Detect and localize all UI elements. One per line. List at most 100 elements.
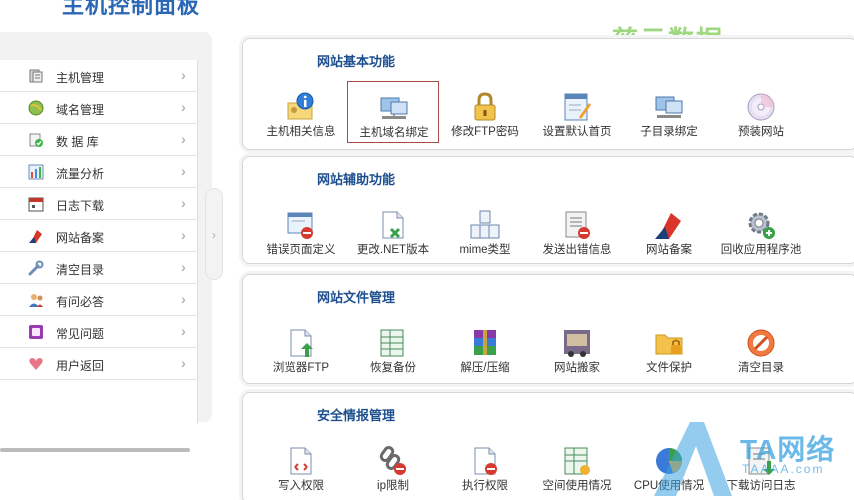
panel-file-management: 网站文件管理 浏览器FTP 恢复备份 解压/压缩 网站搬家 文件保护 清空目录 bbox=[242, 274, 854, 384]
panel-basic-functions: 网站基本功能 主机相关信息 主机域名绑定 修改FTP密码 设置默认首页 子目录绑… bbox=[242, 38, 854, 150]
tool-label: 预装网站 bbox=[738, 126, 784, 138]
network-icon bbox=[380, 97, 408, 119]
sidebar-item-database[interactable]: 数 据 库 › bbox=[0, 124, 198, 156]
link-block-icon bbox=[379, 446, 406, 475]
flag-icon bbox=[655, 213, 681, 239]
question-icon bbox=[29, 325, 43, 339]
sidebar-item-traffic-analysis[interactable]: 流量分析 › bbox=[0, 156, 198, 188]
tool-label: ip限制 bbox=[377, 480, 409, 492]
tool-label: 空间使用情况 bbox=[542, 480, 612, 492]
files-icon bbox=[470, 210, 500, 239]
tool-label: mime类型 bbox=[459, 244, 511, 256]
sidebar-item-label: 清空目录 bbox=[56, 263, 105, 277]
tool-change-ftp-password[interactable]: 修改FTP密码 bbox=[439, 81, 531, 143]
tool-website-filing[interactable]: 网站备案 bbox=[623, 199, 715, 261]
tool-browser-ftp[interactable]: 浏览器FTP bbox=[255, 317, 347, 379]
chevron-right-icon: › bbox=[181, 355, 186, 371]
tool-label: 主机域名绑定 bbox=[359, 127, 429, 139]
sidebar-item-user-return[interactable]: 用户返回 › bbox=[0, 348, 198, 380]
tool-website-migration[interactable]: 网站搬家 bbox=[531, 317, 623, 379]
watermark-logo-icon bbox=[654, 422, 732, 496]
gear-add-icon bbox=[748, 212, 775, 239]
sidebar-item-website-filing[interactable]: 网站备案 › bbox=[0, 220, 198, 252]
tool-label: 网站备案 bbox=[646, 244, 692, 256]
tool-label: 发送出错信息 bbox=[542, 244, 612, 256]
tool-label: 设置默认首页 bbox=[542, 126, 612, 138]
flag-icon bbox=[29, 230, 42, 243]
sidebar-item-qa[interactable]: 有问必答 › bbox=[0, 284, 198, 316]
sidebar-item-log-download[interactable]: 日志下载 › bbox=[0, 188, 198, 220]
chart-icon bbox=[28, 164, 44, 180]
tool-unzip-compress[interactable]: 解压/压缩 bbox=[439, 317, 531, 379]
tool-mime-types[interactable]: mime类型 bbox=[439, 199, 531, 261]
archive-icon bbox=[474, 330, 496, 355]
clear-icon bbox=[747, 329, 775, 357]
tool-send-error-info[interactable]: 发送出错信息 bbox=[531, 199, 623, 261]
edit-page-icon bbox=[564, 93, 591, 121]
sidebar-item-label: 网站备案 bbox=[56, 231, 105, 245]
info-icon bbox=[287, 92, 314, 120]
sidebar-item-label: 数 据 库 bbox=[56, 135, 99, 149]
watermark-subtext: TAAAA.com bbox=[742, 462, 825, 476]
sidebar-item-label: 有问必答 bbox=[56, 295, 105, 309]
error-page-icon bbox=[287, 212, 313, 239]
tool-change-net-version[interactable]: 更改.NET版本 bbox=[347, 199, 439, 261]
heart-icon bbox=[29, 358, 43, 370]
tool-subdirectory-binding[interactable]: 子目录绑定 bbox=[623, 81, 715, 143]
tool-set-default-homepage[interactable]: 设置默认首页 bbox=[531, 81, 623, 143]
globe-icon bbox=[28, 100, 44, 116]
tool-error-page-definition[interactable]: 错误页面定义 bbox=[255, 199, 347, 261]
database-icon bbox=[29, 133, 43, 147]
sidebar-collapse-handle[interactable]: › bbox=[205, 188, 223, 280]
tool-label: 清空目录 bbox=[738, 362, 784, 374]
network-icon bbox=[655, 96, 683, 118]
users-icon bbox=[29, 294, 43, 307]
sidebar-item-label: 用户返回 bbox=[56, 359, 105, 373]
sidebar-item-domain-management[interactable]: 域名管理 › bbox=[0, 92, 198, 124]
chevron-right-icon: › bbox=[181, 163, 186, 179]
tool-ip-restriction[interactable]: ip限制 bbox=[347, 435, 439, 497]
chevron-right-icon: › bbox=[181, 67, 186, 83]
tool-label: 更改.NET版本 bbox=[356, 244, 430, 256]
tool-label: 子目录绑定 bbox=[640, 126, 698, 138]
sidebar-item-faq[interactable]: 常见问题 › bbox=[0, 316, 198, 348]
sidebar-item-host-management[interactable]: 主机管理 › bbox=[0, 60, 198, 92]
execute-permission-icon bbox=[474, 447, 497, 475]
chevron-right-icon: › bbox=[181, 99, 186, 115]
upload-icon bbox=[290, 329, 313, 357]
tool-domain-binding[interactable]: 主机域名绑定 bbox=[347, 81, 439, 143]
panel-title: 网站基本功能 bbox=[317, 54, 396, 69]
panel-auxiliary-functions: 网站辅助功能 错误页面定义 更改.NET版本 mime类型 发送出错信息 网站备… bbox=[242, 156, 854, 264]
tool-label: 回收应用程序池 bbox=[720, 244, 802, 256]
tool-host-info[interactable]: 主机相关信息 bbox=[255, 81, 347, 143]
tool-clear-directory[interactable]: 清空目录 bbox=[715, 317, 807, 379]
sidebar-item-label: 流量分析 bbox=[56, 167, 105, 181]
tool-label: 网站搬家 bbox=[554, 362, 600, 374]
tool-execute-permission[interactable]: 执行权限 bbox=[439, 435, 531, 497]
header-banner: 主机控制面板 bbox=[0, 0, 230, 24]
sidebar-item-clear-directory[interactable]: 清空目录 › bbox=[0, 252, 198, 284]
document-icon bbox=[565, 211, 590, 239]
server-icon bbox=[29, 69, 43, 83]
sidebar-scrollbar[interactable] bbox=[0, 448, 190, 452]
tool-space-usage[interactable]: 空间使用情况 bbox=[531, 435, 623, 497]
tool-file-protection[interactable]: 文件保护 bbox=[623, 317, 715, 379]
sidebar-item-label: 日志下载 bbox=[56, 199, 105, 213]
folder-lock-icon bbox=[655, 334, 683, 355]
tool-label: 主机相关信息 bbox=[266, 126, 336, 138]
backup-icon bbox=[380, 329, 404, 357]
panel-title: 网站文件管理 bbox=[317, 290, 396, 305]
sidebar-item-label: 主机管理 bbox=[56, 71, 105, 85]
tool-recycle-app-pool[interactable]: 回收应用程序池 bbox=[715, 199, 807, 261]
spreadsheet-icon bbox=[564, 447, 590, 475]
tool-write-permission[interactable]: 写入权限 bbox=[255, 435, 347, 497]
tool-preinstall-website[interactable]: 预装网站 bbox=[715, 81, 807, 143]
tool-label: 文件保护 bbox=[646, 362, 692, 374]
file-edit-icon bbox=[382, 211, 404, 239]
tool-label: 恢复备份 bbox=[370, 362, 416, 374]
panel-title: 安全情报管理 bbox=[317, 408, 396, 423]
chevron-right-icon: › bbox=[181, 131, 186, 147]
sidebar-item-label: 常见问题 bbox=[56, 327, 105, 341]
tool-restore-backup[interactable]: 恢复备份 bbox=[347, 317, 439, 379]
panel-title: 网站辅助功能 bbox=[317, 172, 396, 187]
